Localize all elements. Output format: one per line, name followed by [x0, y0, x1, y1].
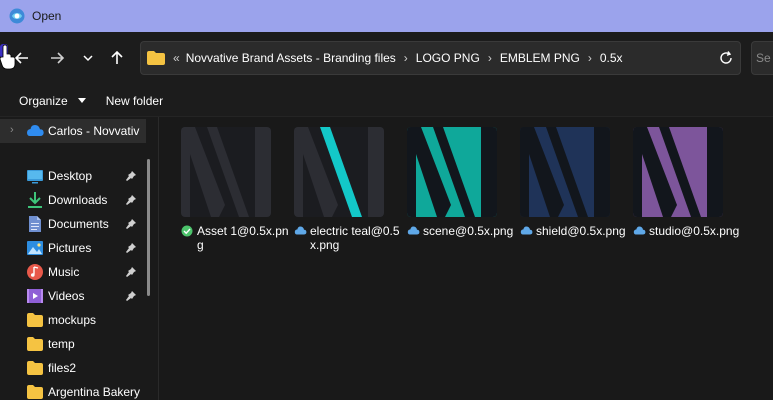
new-folder-button[interactable]: New folder — [106, 94, 163, 108]
sidebar-item-argentina-bakery[interactable]: Argentina Bakery — [0, 380, 146, 400]
breadcrumb-item[interactable]: Novvative Brand Assets - Branding files — [186, 51, 396, 65]
pin-icon[interactable] — [126, 267, 136, 277]
sidebar-item-label: mockups — [48, 313, 97, 327]
chevron-down-icon — [83, 55, 93, 62]
file-name: Asset 1@0.5x.png — [181, 224, 289, 252]
file-item[interactable]: Asset 1@0.5x.png — [181, 127, 289, 252]
breadcrumb-item[interactable]: 0.5x — [600, 51, 623, 65]
pin-icon[interactable] — [126, 243, 136, 253]
sidebar-item-pictures[interactable]: Pictures — [0, 236, 146, 260]
music-icon — [27, 264, 43, 280]
window-title: Open — [32, 9, 62, 23]
file-name: shield@0.5x.png — [520, 224, 628, 238]
folder-icon — [147, 51, 165, 65]
arrow-up-icon — [111, 50, 123, 64]
synced-check-icon — [181, 225, 193, 237]
up-button[interactable] — [105, 46, 129, 70]
pin-icon[interactable] — [126, 291, 136, 301]
sidebar-item-label: temp — [48, 337, 75, 351]
pin-icon[interactable] — [126, 171, 136, 181]
refresh-icon[interactable] — [718, 50, 734, 66]
new-folder-label: New folder — [105, 93, 164, 108]
file-name: scene@0.5x.png — [407, 224, 515, 238]
command-bar: Organize New folder — [0, 85, 773, 117]
download-icon — [28, 192, 42, 208]
sidebar-item-label: Carlos - Novvativ — [48, 124, 140, 138]
folder-icon — [27, 361, 43, 375]
desktop-icon — [27, 170, 43, 184]
file-thumbnail — [181, 127, 271, 217]
file-thumbnail — [407, 127, 497, 217]
address-bar[interactable]: « Novvative Brand Assets - Branding file… — [140, 41, 741, 75]
documents-icon — [29, 216, 41, 232]
sidebar-item-label: Pictures — [48, 241, 92, 255]
sidebar-item-label: Argentina Bakery — [48, 385, 141, 399]
file-name: studio@0.5x.png — [633, 224, 741, 238]
file-thumbnail — [633, 127, 723, 217]
breadcrumb-item[interactable]: LOGO PNG — [416, 51, 480, 65]
file-thumbnail — [520, 127, 610, 217]
app-icon — [9, 8, 25, 24]
breadcrumb-separator-icon[interactable]: › — [488, 51, 492, 65]
cloud-icon — [294, 226, 307, 235]
sidebar-item-temp[interactable]: temp — [0, 332, 146, 356]
forward-button[interactable] — [45, 46, 69, 70]
title-bar: Open — [0, 0, 773, 32]
cloud-icon — [520, 226, 533, 235]
sidebar-item-label: files2 — [48, 361, 77, 375]
navigation-bar: « Novvative Brand Assets - Branding file… — [0, 32, 773, 85]
dropdown-icon — [77, 98, 86, 103]
file-item[interactable]: studio@0.5x.png — [633, 127, 739, 238]
cloud-icon — [27, 125, 44, 136]
sidebar-item-files2[interactable]: files2 — [0, 356, 146, 380]
file-item[interactable]: scene@0.5x.png — [407, 127, 513, 238]
cloud-icon — [633, 226, 646, 235]
folder-icon — [27, 337, 43, 351]
arrow-left-icon — [14, 52, 28, 64]
chevron-right-icon[interactable]: › — [10, 124, 14, 136]
hand-cursor-icon — [0, 44, 16, 70]
pin-icon[interactable] — [126, 219, 136, 229]
folder-icon — [27, 385, 43, 399]
videos-icon — [27, 289, 43, 303]
sidebar-item-label: Desktop — [48, 169, 93, 183]
file-list: Asset 1@0.5x.png electric teal@0.5x.png … — [159, 117, 773, 400]
sidebar-item-downloads[interactable]: Downloads — [0, 188, 146, 212]
pin-icon[interactable] — [126, 195, 136, 205]
sidebar-item-cloud[interactable]: › Carlos - Novvativ — [0, 119, 146, 143]
sidebar-item-mockups[interactable]: mockups — [0, 308, 146, 332]
sidebar-item-label: Documents — [48, 217, 109, 231]
recent-locations-button[interactable] — [76, 46, 100, 70]
sidebar-item-label: Music — [48, 265, 80, 279]
cloud-icon — [407, 226, 420, 235]
sidebar-item-label: Videos — [48, 289, 85, 303]
breadcrumb-separator-icon[interactable]: › — [588, 51, 592, 65]
pictures-icon — [27, 241, 43, 255]
sidebar-item-label: Downloads — [48, 193, 108, 207]
breadcrumb-separator-icon[interactable]: › — [404, 51, 408, 65]
folder-icon — [27, 313, 43, 327]
organize-label: Organize — [19, 93, 68, 108]
file-name: electric teal@0.5x.png — [294, 224, 402, 252]
arrow-right-icon — [51, 52, 65, 64]
sidebar-item-desktop[interactable]: Desktop — [0, 164, 146, 188]
sidebar-item-videos[interactable]: Videos — [0, 284, 146, 308]
search-input[interactable]: Se — [751, 41, 773, 75]
file-item[interactable]: electric teal@0.5x.png — [294, 127, 400, 252]
file-item[interactable]: shield@0.5x.png — [520, 127, 626, 238]
breadcrumb-overflow[interactable]: « — [173, 51, 180, 65]
organize-button[interactable]: Organize — [19, 94, 86, 108]
file-thumbnail — [294, 127, 384, 217]
breadcrumb-item[interactable]: EMBLEM PNG — [500, 51, 580, 65]
sidebar-item-documents[interactable]: Documents — [0, 212, 146, 236]
sidebar-scrollbar[interactable] — [147, 159, 150, 296]
sidebar-item-music[interactable]: Music — [0, 260, 146, 284]
navigation-pane: › Carlos - Novvativ Desktop Downloads Do… — [0, 117, 158, 400]
